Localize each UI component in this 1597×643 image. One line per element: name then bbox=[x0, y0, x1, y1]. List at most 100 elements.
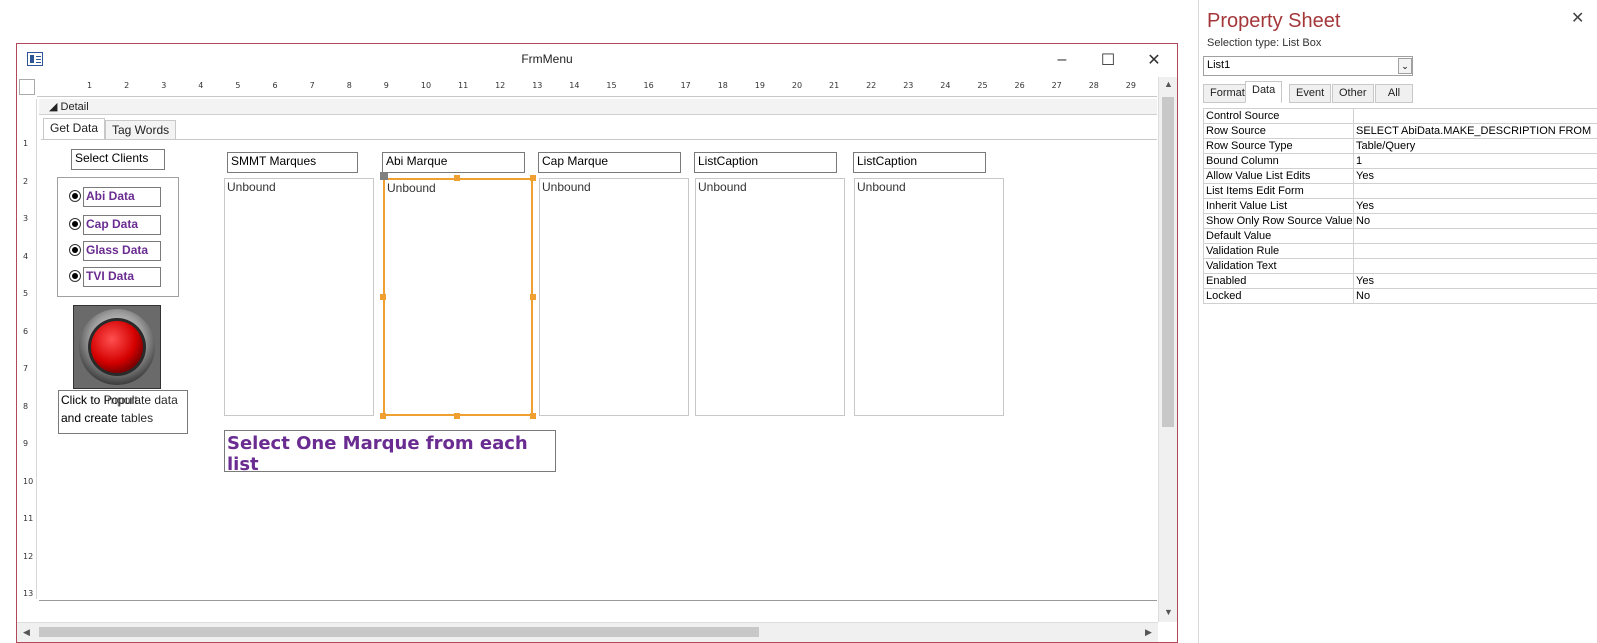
horizontal-ruler[interactable]: 1 2 3 4 5 6 7 8 9 10 11 12 13 14 15 16 17 18 19 20 21 22 23 24 2… bbox=[37, 77, 1173, 97]
populate-button[interactable] bbox=[73, 305, 161, 389]
minimize-button[interactable]: – bbox=[1039, 44, 1085, 75]
option-glass-data[interactable]: Glass Data bbox=[83, 241, 161, 261]
property-value[interactable]: Yes bbox=[1353, 168, 1597, 184]
property-row[interactable]: List Items Edit Form bbox=[1203, 183, 1597, 199]
ruler-number: 10 bbox=[23, 476, 34, 486]
tab-event[interactable]: Event bbox=[1289, 84, 1332, 103]
property-row[interactable]: Default Value bbox=[1203, 228, 1597, 244]
property-name: List Items Edit Form bbox=[1203, 183, 1354, 199]
resize-handle-left[interactable] bbox=[380, 294, 386, 300]
property-row[interactable]: Row Source SELECT AbiData.MAKE_DESCRIPTIO… bbox=[1203, 123, 1597, 139]
ruler-number: 24 bbox=[940, 81, 951, 90]
property-row[interactable]: Enabled Yes bbox=[1203, 273, 1597, 289]
ruler-number: 3 bbox=[23, 214, 29, 223]
detail-section-bar[interactable]: ◢ Detail bbox=[39, 99, 1157, 115]
tab-data[interactable]: Data bbox=[1245, 81, 1283, 103]
ruler-number: 5 bbox=[235, 81, 241, 90]
scroll-down-icon[interactable]: ▼ bbox=[1164, 607, 1173, 617]
ruler-number: 26 bbox=[1014, 81, 1025, 90]
list-label-cap[interactable]: Cap Marque bbox=[538, 152, 681, 173]
instruction-label[interactable]: Select One Marque from each list bbox=[224, 430, 556, 475]
resize-handle-top[interactable] bbox=[454, 175, 460, 181]
property-row[interactable]: Show Only Row Source Values No bbox=[1203, 213, 1597, 229]
resize-handle-top-right[interactable] bbox=[530, 175, 536, 181]
close-pane-icon[interactable]: ✕ bbox=[1571, 8, 1584, 28]
scroll-up-icon[interactable]: ▲ bbox=[1164, 79, 1173, 89]
list-label-caption-1[interactable]: ListCaption bbox=[694, 152, 837, 173]
property-value[interactable] bbox=[1353, 228, 1597, 244]
list-smmt-marques[interactable]: Unbound bbox=[224, 178, 374, 416]
property-value[interactable]: No bbox=[1353, 288, 1597, 304]
radio-glass-data[interactable] bbox=[69, 244, 81, 256]
resize-handle-bottom[interactable] bbox=[454, 413, 460, 419]
property-value[interactable] bbox=[1353, 258, 1597, 274]
list-label-caption-2[interactable]: ListCaption bbox=[853, 152, 986, 173]
property-name: Validation Text bbox=[1203, 258, 1354, 274]
property-value[interactable]: Table/Query bbox=[1353, 138, 1597, 154]
red-button-icon bbox=[74, 306, 160, 388]
caption-line-2b: and create bbox=[61, 411, 118, 425]
horizontal-scrollbar[interactable]: ◀ ▶ bbox=[17, 622, 1158, 642]
property-row[interactable]: Locked No bbox=[1203, 288, 1597, 304]
property-row[interactable]: Validation Text bbox=[1203, 258, 1597, 274]
list-label-smmt[interactable]: SMMT Marques bbox=[227, 152, 358, 173]
form-window: FrmMenu – ☐ ✕ 1 2 3 4 5 6 7 8 9 10 11 12 13 14 15 16 17 1… bbox=[16, 43, 1178, 643]
tab-other[interactable]: Other bbox=[1332, 84, 1374, 103]
property-value[interactable]: No bbox=[1353, 213, 1597, 229]
ruler-corner[interactable] bbox=[19, 79, 35, 95]
vertical-scroll-thumb[interactable] bbox=[1162, 97, 1174, 427]
list-abi-marque-selected[interactable]: Unbound bbox=[383, 178, 533, 416]
vertical-scrollbar[interactable]: ▲ ▼ bbox=[1158, 77, 1177, 622]
list-label-abi[interactable]: Abi Marque bbox=[382, 152, 525, 173]
property-row[interactable]: Control Source bbox=[1203, 108, 1597, 124]
tab-tag-words[interactable]: Tag Words bbox=[105, 120, 177, 140]
property-name: Locked bbox=[1203, 288, 1354, 304]
tab-get-data[interactable]: Get Data bbox=[43, 118, 106, 140]
ruler-number: 19 bbox=[754, 81, 765, 90]
property-value[interactable]: Yes bbox=[1353, 198, 1597, 214]
list-cap-marque[interactable]: Unbound bbox=[539, 178, 689, 416]
ruler-number: 20 bbox=[791, 81, 803, 90]
property-value[interactable] bbox=[1353, 183, 1597, 199]
property-row[interactable]: Row Source Type Table/Query bbox=[1203, 138, 1597, 154]
option-tvi-data[interactable]: TVI Data bbox=[83, 267, 161, 287]
ruler-number: 5 bbox=[23, 289, 29, 298]
ruler-number: 4 bbox=[198, 81, 204, 90]
vertical-ruler[interactable]: 1 2 3 4 5 6 7 8 9 10 11 12 13 bbox=[17, 99, 37, 599]
list-caption-1[interactable]: Unbound bbox=[695, 178, 845, 416]
property-value[interactable]: Yes bbox=[1353, 273, 1597, 289]
move-handle[interactable] bbox=[380, 172, 388, 180]
resize-handle-bottom-left[interactable] bbox=[380, 413, 386, 419]
property-row[interactable]: Validation Rule bbox=[1203, 243, 1597, 259]
tab-all[interactable]: All bbox=[1375, 84, 1413, 103]
property-value[interactable]: SELECT AbiData.MAKE_DESCRIPTION FROM bbox=[1353, 123, 1597, 139]
property-value[interactable] bbox=[1353, 243, 1597, 259]
radio-cap-data[interactable] bbox=[69, 218, 81, 230]
resize-handle-bottom-right[interactable] bbox=[530, 413, 536, 419]
select-clients-label[interactable]: Select Clients bbox=[71, 149, 165, 170]
resize-handle-right[interactable] bbox=[530, 294, 536, 300]
list-caption-2[interactable]: Unbound bbox=[854, 178, 1004, 416]
option-cap-data[interactable]: Cap Data bbox=[83, 215, 161, 235]
scroll-right-icon[interactable]: ▶ bbox=[1145, 627, 1152, 638]
button-caption-box[interactable]: Click to Populate data Click to Import a… bbox=[58, 390, 188, 434]
property-name: Allow Value List Edits bbox=[1203, 168, 1354, 184]
chevron-down-icon[interactable]: ⌄ bbox=[1398, 58, 1412, 74]
property-value[interactable]: 1 bbox=[1353, 153, 1597, 169]
property-row[interactable]: Bound Column 1 bbox=[1203, 153, 1597, 169]
radio-abi-data[interactable] bbox=[69, 190, 81, 202]
property-row[interactable]: Inherit Value List Yes bbox=[1203, 198, 1597, 214]
close-button[interactable]: ✕ bbox=[1131, 44, 1177, 75]
ruler-number: 12 bbox=[495, 81, 506, 90]
radio-tvi-data[interactable] bbox=[69, 270, 81, 282]
property-value[interactable] bbox=[1353, 108, 1597, 124]
scroll-left-icon[interactable]: ◀ bbox=[23, 627, 30, 638]
form-titlebar[interactable]: FrmMenu – ☐ ✕ bbox=[17, 44, 1177, 75]
property-row[interactable]: Allow Value List Edits Yes bbox=[1203, 168, 1597, 184]
object-select[interactable]: List1 ⌄ bbox=[1203, 56, 1413, 76]
horizontal-scroll-thumb[interactable] bbox=[39, 627, 759, 637]
ruler-number: 1 bbox=[87, 81, 93, 90]
option-abi-data[interactable]: Abi Data bbox=[83, 187, 161, 207]
maximize-button[interactable]: ☐ bbox=[1085, 44, 1131, 75]
property-sheet-title: Property Sheet bbox=[1207, 10, 1341, 32]
